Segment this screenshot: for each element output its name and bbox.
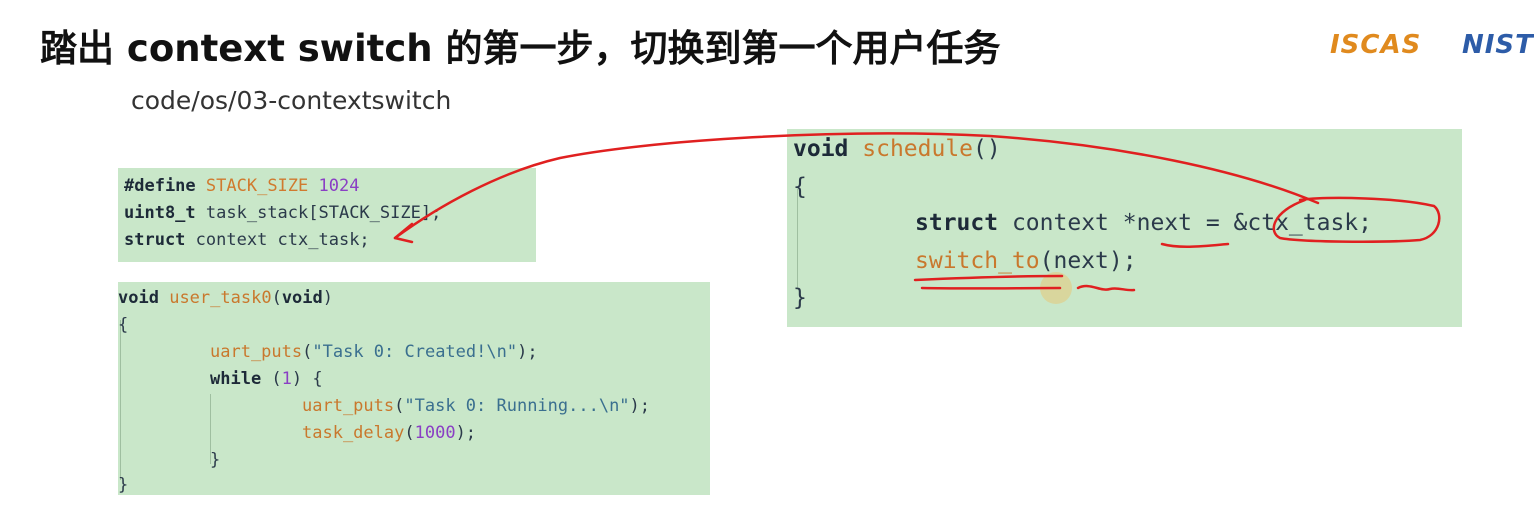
code-macro: STACK_SIZE bbox=[205, 176, 309, 196]
code-line-next-assign: struct context *next = &ctx_task; bbox=[915, 210, 1372, 236]
code-keyword: struct bbox=[915, 210, 999, 236]
code-text: ); bbox=[517, 342, 538, 362]
indent-guide bbox=[120, 320, 121, 480]
code-text: ( bbox=[404, 423, 415, 443]
pointer-cursor bbox=[1040, 272, 1072, 304]
code-line-while: while (1) { bbox=[210, 369, 323, 389]
code-text: ); bbox=[629, 396, 651, 416]
code-line-define: #define STACK_SIZE 1024 bbox=[124, 176, 359, 196]
code-keyword: void bbox=[118, 288, 159, 308]
code-line-brace: { bbox=[118, 315, 129, 335]
code-function: uart_puts bbox=[302, 396, 395, 416]
indent-guide bbox=[797, 189, 798, 289]
code-keyword: void bbox=[281, 288, 323, 308]
code-keyword: void bbox=[793, 136, 849, 162]
code-line-schedule-signature: void schedule() bbox=[793, 136, 1001, 162]
code-text: ( bbox=[271, 288, 282, 308]
code-line-schedule-close: } bbox=[793, 285, 807, 311]
code-keyword: uint8_t bbox=[124, 203, 196, 223]
iscas-logo: ISCAS bbox=[1330, 30, 1422, 60]
code-function: uart_puts bbox=[210, 342, 303, 362]
nist-logo: NIST bbox=[1462, 30, 1534, 60]
code-block-user-task: void user_task0(void) { uart_puts("Task … bbox=[118, 282, 710, 495]
code-line-func-close: } bbox=[118, 475, 129, 495]
slide-title: 踏出 context switch 的第一步，切换到第一个用户任务 bbox=[40, 27, 1001, 70]
code-line-delay: task_delay(1000); bbox=[302, 423, 476, 443]
code-function: switch_to bbox=[915, 248, 1040, 274]
code-text: ( bbox=[394, 396, 405, 416]
code-keyword: #define bbox=[124, 176, 196, 196]
code-string: "Task 0: Running...\n" bbox=[404, 396, 630, 416]
code-function: schedule bbox=[862, 136, 974, 162]
code-line-signature: void user_task0(void) bbox=[118, 288, 333, 308]
code-number: 1024 bbox=[318, 176, 360, 196]
code-text: task_stack[STACK_SIZE]; bbox=[205, 203, 442, 223]
code-block-schedule: void schedule() { struct context *next =… bbox=[787, 129, 1462, 327]
code-line-switch-to: switch_to(next); bbox=[915, 248, 1137, 274]
code-text: ) { bbox=[291, 369, 323, 389]
code-block-defines: #define STACK_SIZE 1024 uint8_t task_sta… bbox=[118, 168, 536, 262]
code-number: 1 bbox=[281, 369, 292, 389]
code-keyword: while bbox=[210, 369, 262, 389]
code-keyword: struct bbox=[124, 230, 186, 250]
code-line-uart-created: uart_puts("Task 0: Created!\n"); bbox=[210, 342, 538, 362]
code-text: ( bbox=[302, 342, 313, 362]
code-function: user_task0 bbox=[169, 288, 272, 308]
code-text: context bbox=[1011, 210, 1109, 236]
code-number: 1000 bbox=[414, 423, 456, 443]
code-line-stack: uint8_t task_stack[STACK_SIZE]; bbox=[124, 203, 441, 223]
code-line-ctx: struct context ctx_task; bbox=[124, 230, 370, 250]
code-text: context ctx_task; bbox=[195, 230, 370, 250]
code-text: ) bbox=[322, 288, 334, 308]
source-path: code/os/03-contextswitch bbox=[131, 86, 452, 115]
code-function: task_delay bbox=[302, 423, 405, 443]
code-line-uart-running: uart_puts("Task 0: Running...\n"); bbox=[302, 396, 650, 416]
code-text: ( bbox=[261, 369, 282, 389]
code-text: (next); bbox=[1039, 248, 1137, 274]
code-string: "Task 0: Created!\n" bbox=[312, 342, 518, 362]
code-text: () bbox=[973, 136, 1001, 162]
code-line-while-close: } bbox=[210, 450, 221, 470]
code-line-schedule-open: { bbox=[793, 174, 807, 200]
code-text: *next = &ctx_task; bbox=[1122, 210, 1372, 236]
code-text: ); bbox=[455, 423, 477, 443]
